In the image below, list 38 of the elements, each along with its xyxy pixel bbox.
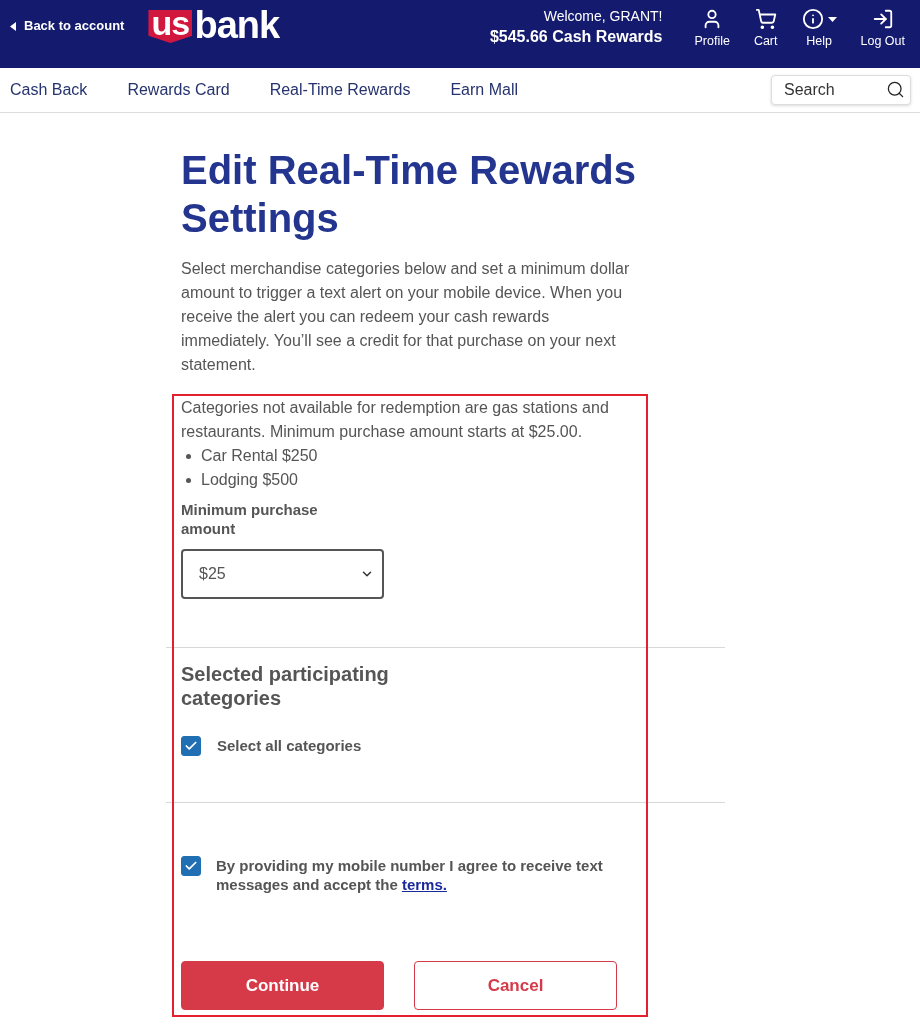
consent-text: By providing my mobile number I agree to receive text messages and accept the terms.: [216, 856, 604, 894]
nav-link[interactable]: Real-Time Rewards: [269, 81, 411, 99]
exception-item: Lodging $500: [201, 470, 298, 490]
nav-link[interactable]: Cash Back: [10, 81, 88, 99]
nav-link[interactable]: Rewards Card: [127, 81, 230, 99]
search-icon[interactable]: [886, 80, 905, 99]
field-label: Minimum purchase amount: [181, 500, 319, 538]
tick-icon: [184, 739, 198, 753]
logout-link[interactable]: Log Out: [860, 8, 905, 49]
exception-item: Car Rental $250: [201, 446, 318, 466]
continue-button[interactable]: Continue: [181, 961, 384, 1010]
bullet-icon: [186, 453, 191, 459]
intro-text: Select merchandise categories below and set a minimum dollar amount to trigger a text alert on your mobile device. When you receive the alert you can redeem your cash rewards immediately. You’ll see a credit for that purchase on your next statement.: [181, 259, 631, 375]
cart-link[interactable]: Cart: [753, 8, 778, 49]
profile-link[interactable]: Profile: [694, 8, 730, 49]
back-link[interactable]: Back to account: [10, 18, 125, 34]
rewards-balance: $545.66 Cash Rewards: [489, 27, 663, 47]
logo-shield: us: [148, 10, 193, 43]
amount-select[interactable]: $25: [181, 549, 384, 599]
page-title: Edit Real-Time Rewards Settings: [181, 147, 637, 242]
caret-icon: [10, 21, 16, 31]
checkbox[interactable]: [181, 856, 201, 876]
checkbox[interactable]: [181, 736, 201, 756]
note-text: Categories not available for redemption are gas stations and restaurants. Minimum purchase amount starts at $25.00.: [181, 398, 610, 442]
bullet-icon: [186, 477, 191, 483]
help-link[interactable]: Help: [801, 8, 837, 49]
tick-icon: [184, 859, 198, 873]
checkbox-label: Select all categories: [217, 736, 362, 756]
welcome-text: Welcome, GRANT!: [543, 7, 663, 25]
section-heading: Selected participating categories: [181, 662, 390, 710]
terms-link[interactable]: terms.: [401, 876, 447, 893]
search-field[interactable]: Search: [771, 75, 911, 105]
arrow-bracket-icon: [871, 8, 894, 30]
info-icon: [801, 8, 824, 30]
cancel-button[interactable]: Cancel: [414, 961, 617, 1010]
cart-icon: [754, 8, 777, 30]
logo-wordmark: bank: [194, 10, 280, 40]
nav-link[interactable]: Earn Mall: [450, 81, 518, 99]
